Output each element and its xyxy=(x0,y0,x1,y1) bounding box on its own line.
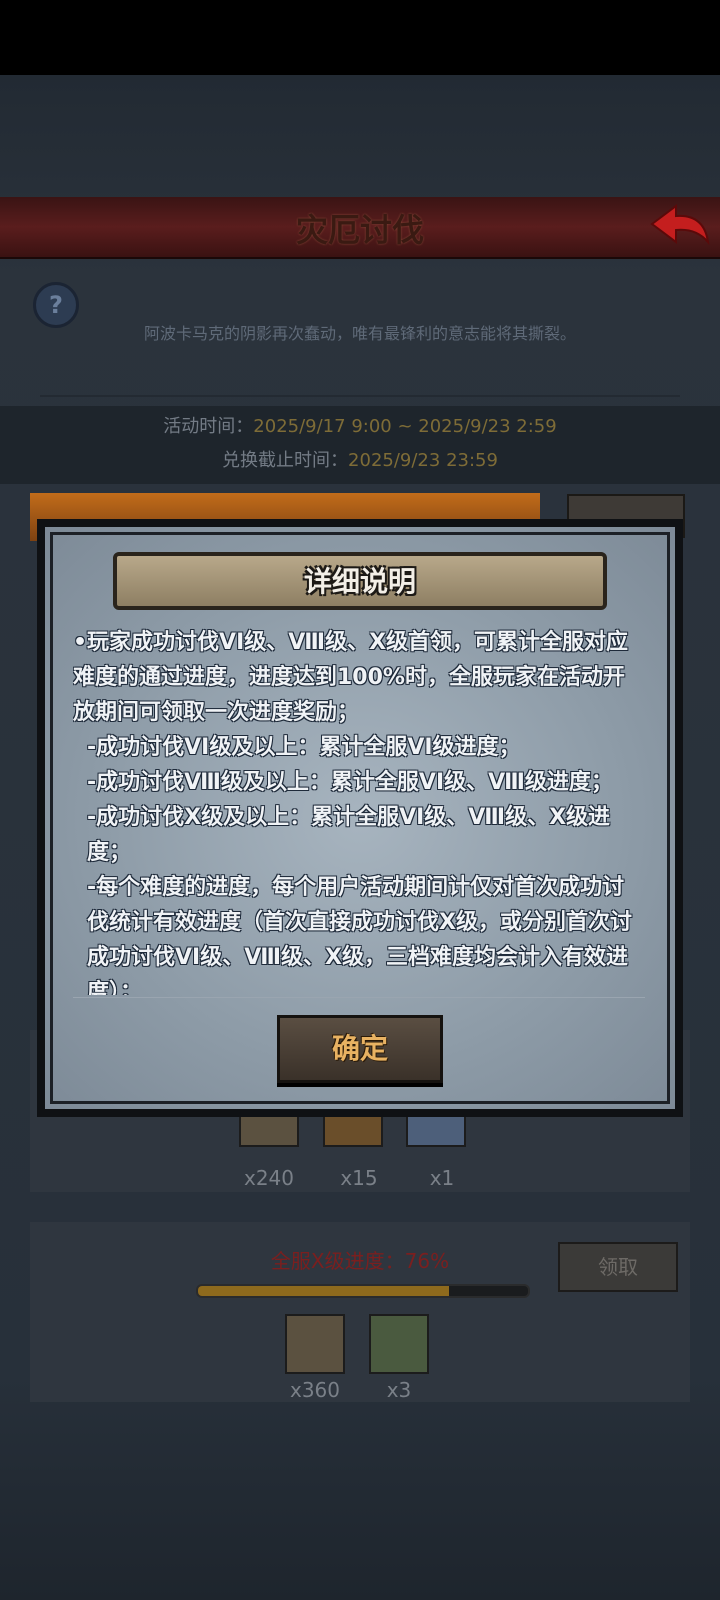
modal-title: 详细说明 xyxy=(303,565,416,598)
rule-line: •玩家成功讨伐VI级、Ⅷ级、X级首领，可累计全服对应难度的通过进度，进度达到10… xyxy=(73,630,629,725)
modal-body-text[interactable]: •玩家成功讨伐VI级、Ⅷ级、X级首领，可累计全服对应难度的通过进度，进度达到10… xyxy=(73,625,645,995)
confirm-button[interactable]: 确定 xyxy=(277,1015,443,1083)
rule-line: -成功讨伐VI级及以上：累计全服VI级进度； xyxy=(87,735,521,760)
rule-line: -每个难度的进度，每个用户活动期间计仅对首次成功讨伐统计有效进度（首次直接成功讨… xyxy=(87,875,632,995)
rule-line: -成功讨伐Ⅷ级及以上：累计全服VI级、Ⅷ级进度； xyxy=(87,770,613,795)
rule-line: -成功讨伐X级及以上：累计全服VI级、Ⅷ级、X级进度； xyxy=(87,805,611,865)
divider xyxy=(73,997,645,998)
